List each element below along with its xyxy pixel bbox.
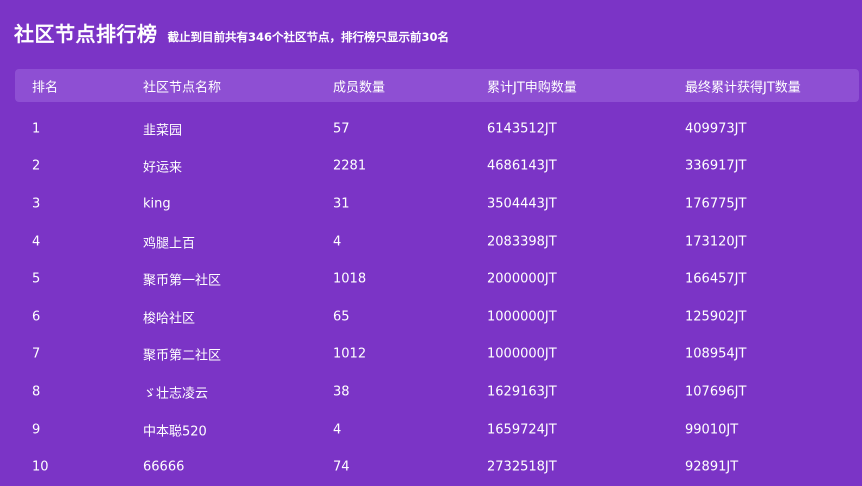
rank-cell: 1 xyxy=(32,121,41,137)
subscribed-amount-cell: 6143512JT xyxy=(487,121,557,137)
member-count-cell: 65 xyxy=(333,309,350,325)
subscribed-amount-cell: 2000000JT xyxy=(487,271,557,287)
table-row: 2 好运来 2281 4686143JT 336917JT xyxy=(15,148,859,186)
obtained-amount-cell: 166457JT xyxy=(685,271,747,287)
column-header-member-count: 成员数量 xyxy=(333,80,386,95)
rank-cell: 5 xyxy=(32,271,41,287)
node-name-cell: 中本聪520 xyxy=(143,424,207,440)
obtained-amount-cell: 176775JT xyxy=(685,196,747,212)
rank-cell: 4 xyxy=(32,234,41,250)
ranking-table: 排名 社区节点名称 成员数量 累计JT申购数量 最终累计获得JT数量 1 韭菜园 5… xyxy=(15,69,859,486)
subscribed-amount-cell: 1000000JT xyxy=(487,346,557,362)
table-header: 排名 社区节点名称 成员数量 累计JT申购数量 最终累计获得JT数量 xyxy=(15,69,859,102)
obtained-amount-cell: 108954JT xyxy=(685,346,747,362)
subscribed-amount-cell: 3504443JT xyxy=(487,196,557,212)
column-header-rank: 排名 xyxy=(32,80,59,95)
rank-cell: 9 xyxy=(32,422,41,438)
node-name-cell: 韭菜园 xyxy=(143,123,183,139)
node-name-cell: king xyxy=(143,196,171,212)
subscribed-amount-cell: 1000000JT xyxy=(487,309,557,325)
subscribed-amount-cell: 2083398JT xyxy=(487,234,557,250)
table-row: 1 韭菜园 57 6143512JT 409973JT xyxy=(15,110,859,148)
member-count-cell: 31 xyxy=(333,196,350,212)
table-row: 3 king 31 3504443JT 176775JT xyxy=(15,185,859,223)
rank-cell: 7 xyxy=(32,346,41,362)
table-row: 10 66666 74 2732518JT 92891JT xyxy=(15,448,859,486)
node-name-cell: 66666 xyxy=(143,459,185,475)
rank-cell: 8 xyxy=(32,384,41,400)
member-count-cell: 1012 xyxy=(333,346,367,362)
obtained-amount-cell: 99010JT xyxy=(685,422,739,438)
node-name-cell: 好运来 xyxy=(143,160,183,176)
obtained-amount-cell: 336917JT xyxy=(685,158,747,174)
node-name-cell: 鸡腿上百 xyxy=(143,236,196,252)
table-row: 7 聚币第二社区 1012 1000000JT 108954JT xyxy=(15,336,859,374)
subscribed-amount-cell: 1629163JT xyxy=(487,384,557,400)
obtained-amount-cell: 173120JT xyxy=(685,234,747,250)
member-count-cell: 57 xyxy=(333,121,350,137)
table-row: 9 中本聪520 4 1659724JT 99010JT xyxy=(15,411,859,449)
member-count-cell: 4 xyxy=(333,234,342,250)
node-name-cell: 聚币第二社区 xyxy=(143,348,222,364)
rank-cell: 10 xyxy=(32,459,49,475)
member-count-cell: 74 xyxy=(333,459,350,475)
member-count-cell: 2281 xyxy=(333,158,367,174)
member-count-cell: 38 xyxy=(333,384,350,400)
column-header-total-subscribed: 累计JT申购数量 xyxy=(487,80,577,95)
node-name-cell: ゞ壮志凌云 xyxy=(143,386,209,402)
rank-cell: 2 xyxy=(32,158,41,174)
member-count-cell: 4 xyxy=(333,422,342,438)
column-header-total-obtained: 最终累计获得JT数量 xyxy=(685,80,801,95)
table-row: 5 聚币第一社区 1018 2000000JT 166457JT xyxy=(15,260,859,298)
obtained-amount-cell: 125902JT xyxy=(685,309,747,325)
member-count-cell: 1018 xyxy=(333,271,367,287)
column-header-node-name: 社区节点名称 xyxy=(143,80,222,95)
subscribed-amount-cell: 2732518JT xyxy=(487,459,557,475)
page-title: 社区节点排行榜 xyxy=(14,22,158,46)
page-subtitle: 截止到目前共有346个社区节点，排行榜只显示前30名 xyxy=(167,30,450,44)
subscribed-amount-cell: 4686143JT xyxy=(487,158,557,174)
rank-cell: 6 xyxy=(32,309,41,325)
node-name-cell: 梭哈社区 xyxy=(143,311,196,327)
page-header: 社区节点排行榜 截止到目前共有346个社区节点，排行榜只显示前30名 xyxy=(14,18,449,48)
table-row: 6 梭哈社区 65 1000000JT 125902JT xyxy=(15,298,859,336)
table-body: 1 韭菜园 57 6143512JT 409973JT 2 好运来 2281 4686143JT… xyxy=(15,102,859,486)
obtained-amount-cell: 409973JT xyxy=(685,121,747,137)
rank-cell: 3 xyxy=(32,196,41,212)
table-row: 8 ゞ壮志凌云 38 1629163JT 107696JT xyxy=(15,373,859,411)
subscribed-amount-cell: 1659724JT xyxy=(487,422,557,438)
obtained-amount-cell: 107696JT xyxy=(685,384,747,400)
node-name-cell: 聚币第一社区 xyxy=(143,273,222,289)
table-row: 4 鸡腿上百 4 2083398JT 173120JT xyxy=(15,223,859,261)
obtained-amount-cell: 92891JT xyxy=(685,459,739,475)
